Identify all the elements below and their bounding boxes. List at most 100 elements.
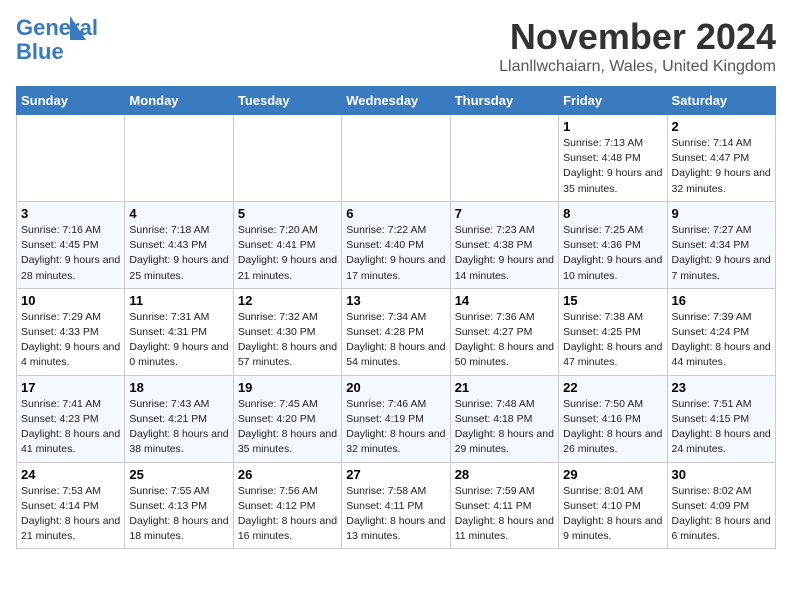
day-number: 28 — [455, 467, 554, 482]
table-cell: 19 Sunrise: 7:45 AM Sunset: 4:20 PM Dayli… — [233, 375, 341, 462]
day-info: Sunrise: 7:31 AM Sunset: 4:31 PM Dayligh… — [129, 310, 228, 371]
day-info: Sunrise: 7:36 AM Sunset: 4:27 PM Dayligh… — [455, 310, 554, 371]
table-cell: 14 Sunrise: 7:36 AM Sunset: 4:27 PM Dayli… — [450, 288, 558, 375]
table-cell: 2 Sunrise: 7:14 AM Sunset: 4:47 PM Daylig… — [667, 115, 775, 202]
table-cell — [342, 115, 450, 202]
location-title: Llanllwchaiarn, Wales, United Kingdom — [499, 58, 776, 76]
day-number: 3 — [21, 206, 120, 221]
table-cell — [125, 115, 233, 202]
day-info: Sunrise: 7:55 AM Sunset: 4:13 PM Dayligh… — [129, 484, 228, 545]
day-number: 4 — [129, 206, 228, 221]
day-info: Sunrise: 7:43 AM Sunset: 4:21 PM Dayligh… — [129, 397, 228, 458]
day-number: 27 — [346, 467, 445, 482]
month-title: November 2024 — [499, 16, 776, 58]
table-cell: 4 Sunrise: 7:18 AM Sunset: 4:43 PM Daylig… — [125, 201, 233, 288]
week-row-3: 10Sunrise: 7:29 AM Sunset: 4:33 PM Dayli… — [17, 288, 776, 375]
day-info: Sunrise: 7:53 AM Sunset: 4:14 PM Dayligh… — [21, 484, 120, 545]
header-row: Sunday Monday Tuesday Wednesday Thursday… — [17, 87, 776, 115]
day-info: Sunrise: 7:13 AM Sunset: 4:48 PM Dayligh… — [563, 136, 662, 197]
day-info: Sunrise: 7:39 AM Sunset: 4:24 PM Dayligh… — [672, 310, 771, 371]
day-number: 22 — [563, 380, 662, 395]
day-number: 19 — [238, 380, 337, 395]
day-number: 30 — [672, 467, 771, 482]
day-number: 26 — [238, 467, 337, 482]
logo: General Blue — [16, 16, 98, 64]
day-number: 6 — [346, 206, 445, 221]
day-info: Sunrise: 7:29 AM Sunset: 4:33 PM Dayligh… — [21, 310, 120, 371]
day-info: Sunrise: 7:25 AM Sunset: 4:36 PM Dayligh… — [563, 223, 662, 284]
day-number: 11 — [129, 293, 228, 308]
table-cell: 10Sunrise: 7:29 AM Sunset: 4:33 PM Dayli… — [17, 288, 125, 375]
day-number: 12 — [238, 293, 337, 308]
day-info: Sunrise: 7:32 AM Sunset: 4:30 PM Dayligh… — [238, 310, 337, 371]
day-number: 25 — [129, 467, 228, 482]
day-number: 2 — [672, 119, 771, 134]
col-sunday: Sunday — [17, 87, 125, 115]
day-number: 21 — [455, 380, 554, 395]
col-thursday: Thursday — [450, 87, 558, 115]
day-number: 5 — [238, 206, 337, 221]
day-info: Sunrise: 7:48 AM Sunset: 4:18 PM Dayligh… — [455, 397, 554, 458]
day-number: 14 — [455, 293, 554, 308]
week-row-4: 17 Sunrise: 7:41 AM Sunset: 4:23 PM Dayli… — [17, 375, 776, 462]
day-info: Sunrise: 7:59 AM Sunset: 4:11 PM Dayligh… — [455, 484, 554, 545]
table-cell: 24 Sunrise: 7:53 AM Sunset: 4:14 PM Dayli… — [17, 462, 125, 549]
table-cell: 23 Sunrise: 7:51 AM Sunset: 4:15 PM Dayli… — [667, 375, 775, 462]
day-info: Sunrise: 7:56 AM Sunset: 4:12 PM Dayligh… — [238, 484, 337, 545]
table-cell: 25 Sunrise: 7:55 AM Sunset: 4:13 PM Dayli… — [125, 462, 233, 549]
day-info: Sunrise: 7:20 AM Sunset: 4:41 PM Dayligh… — [238, 223, 337, 284]
table-cell: 13Sunrise: 7:34 AM Sunset: 4:28 PM Dayli… — [342, 288, 450, 375]
day-info: Sunrise: 7:50 AM Sunset: 4:16 PM Dayligh… — [563, 397, 662, 458]
col-friday: Friday — [559, 87, 667, 115]
table-cell: 30Sunrise: 8:02 AM Sunset: 4:09 PM Dayli… — [667, 462, 775, 549]
day-info: Sunrise: 7:23 AM Sunset: 4:38 PM Dayligh… — [455, 223, 554, 284]
day-info: Sunrise: 7:41 AM Sunset: 4:23 PM Dayligh… — [21, 397, 120, 458]
table-cell: 5 Sunrise: 7:20 AM Sunset: 4:41 PM Daylig… — [233, 201, 341, 288]
header: General Blue November 2024 Llanllwchaiar… — [16, 16, 776, 76]
table-cell: 27 Sunrise: 7:58 AM Sunset: 4:11 PM Dayli… — [342, 462, 450, 549]
day-number: 23 — [672, 380, 771, 395]
day-number: 29 — [563, 467, 662, 482]
week-row-5: 24 Sunrise: 7:53 AM Sunset: 4:14 PM Dayli… — [17, 462, 776, 549]
table-cell: 9Sunrise: 7:27 AM Sunset: 4:34 PM Daylig… — [667, 201, 775, 288]
table-cell: 17 Sunrise: 7:41 AM Sunset: 4:23 PM Dayli… — [17, 375, 125, 462]
day-info: Sunrise: 7:58 AM Sunset: 4:11 PM Dayligh… — [346, 484, 445, 545]
day-info: Sunrise: 7:16 AM Sunset: 4:45 PM Dayligh… — [21, 223, 120, 284]
day-number: 7 — [455, 206, 554, 221]
table-cell: 21 Sunrise: 7:48 AM Sunset: 4:18 PM Dayli… — [450, 375, 558, 462]
table-cell: 11 Sunrise: 7:31 AM Sunset: 4:31 PM Dayli… — [125, 288, 233, 375]
day-number: 15 — [563, 293, 662, 308]
day-info: Sunrise: 7:46 AM Sunset: 4:19 PM Dayligh… — [346, 397, 445, 458]
table-cell: 1 Sunrise: 7:13 AM Sunset: 4:48 PM Daylig… — [559, 115, 667, 202]
table-cell: 15Sunrise: 7:38 AM Sunset: 4:25 PM Dayli… — [559, 288, 667, 375]
logo-blue: Blue — [16, 39, 64, 64]
col-saturday: Saturday — [667, 87, 775, 115]
day-number: 24 — [21, 467, 120, 482]
table-cell: 12 Sunrise: 7:32 AM Sunset: 4:30 PM Dayli… — [233, 288, 341, 375]
table-cell — [450, 115, 558, 202]
week-row-2: 3 Sunrise: 7:16 AM Sunset: 4:45 PM Daylig… — [17, 201, 776, 288]
day-number: 17 — [21, 380, 120, 395]
day-number: 1 — [563, 119, 662, 134]
day-info: Sunrise: 8:01 AM Sunset: 4:10 PM Dayligh… — [563, 484, 662, 545]
table-cell: 6Sunrise: 7:22 AM Sunset: 4:40 PM Daylig… — [342, 201, 450, 288]
table-cell: 18 Sunrise: 7:43 AM Sunset: 4:21 PM Dayli… — [125, 375, 233, 462]
table-cell: 16 Sunrise: 7:39 AM Sunset: 4:24 PM Dayli… — [667, 288, 775, 375]
day-info: Sunrise: 7:18 AM Sunset: 4:43 PM Dayligh… — [129, 223, 228, 284]
table-cell: 26 Sunrise: 7:56 AM Sunset: 4:12 PM Dayli… — [233, 462, 341, 549]
week-row-1: 1 Sunrise: 7:13 AM Sunset: 4:48 PM Daylig… — [17, 115, 776, 202]
table-cell: 3 Sunrise: 7:16 AM Sunset: 4:45 PM Daylig… — [17, 201, 125, 288]
day-number: 18 — [129, 380, 228, 395]
table-cell — [17, 115, 125, 202]
calendar: Sunday Monday Tuesday Wednesday Thursday… — [16, 86, 776, 549]
table-cell: 22 Sunrise: 7:50 AM Sunset: 4:16 PM Dayli… — [559, 375, 667, 462]
title-area: November 2024 Llanllwchaiarn, Wales, Uni… — [499, 16, 776, 76]
col-monday: Monday — [125, 87, 233, 115]
day-number: 16 — [672, 293, 771, 308]
day-info: Sunrise: 7:27 AM Sunset: 4:34 PM Dayligh… — [672, 223, 771, 284]
day-info: Sunrise: 7:14 AM Sunset: 4:47 PM Dayligh… — [672, 136, 771, 197]
day-info: Sunrise: 7:45 AM Sunset: 4:20 PM Dayligh… — [238, 397, 337, 458]
logo-triangle — [70, 16, 86, 40]
table-cell: 29 Sunrise: 8:01 AM Sunset: 4:10 PM Dayli… — [559, 462, 667, 549]
day-info: Sunrise: 7:51 AM Sunset: 4:15 PM Dayligh… — [672, 397, 771, 458]
